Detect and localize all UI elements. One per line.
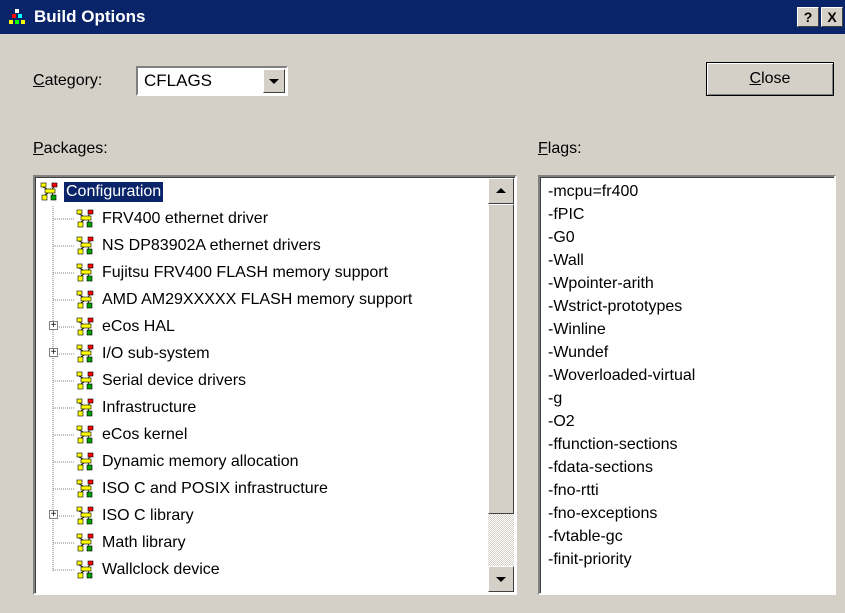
- packages-tree[interactable]: Configuration FRV400 ethernet driver NS DP…: [33, 175, 517, 595]
- packages-mnemonic: P: [33, 140, 44, 157]
- tree-item-label: ISO C library: [102, 507, 194, 524]
- package-icon: [75, 236, 97, 256]
- tree-item-label: Configuration: [62, 181, 165, 203]
- tree-item[interactable]: NS DP83902A ethernet drivers: [35, 233, 485, 260]
- tree-item[interactable]: Dynamic memory allocation: [35, 449, 485, 476]
- tree-item[interactable]: + I/O sub-system: [35, 341, 485, 368]
- tree-item[interactable]: FRV400 ethernet driver: [35, 206, 485, 233]
- chevron-down-icon: [269, 79, 279, 84]
- flag-item[interactable]: -fno-rtti: [548, 481, 599, 501]
- package-icon: [75, 479, 97, 499]
- package-icon: [39, 182, 61, 202]
- flags-list[interactable]: -mcpu=fr400 -fPIC -G0 -Wall -Wpointer-arith -…: [538, 175, 836, 595]
- tree-item[interactable]: + eCos HAL: [35, 314, 485, 341]
- tree-item-label: I/O sub-system: [102, 345, 210, 362]
- category-combo[interactable]: CFLAGS: [136, 66, 288, 96]
- tree-item[interactable]: Serial device drivers: [35, 368, 485, 395]
- close-button-label: lose: [761, 70, 791, 87]
- flag-item[interactable]: -finit-priority: [548, 550, 632, 570]
- tree-item-label: Dynamic memory allocation: [102, 453, 299, 470]
- tree-item-label: ISO C and POSIX infrastructure: [102, 480, 328, 497]
- tree-item-label: Wallclock device: [102, 561, 220, 578]
- package-icon: [75, 506, 97, 526]
- flag-item[interactable]: -Wpointer-arith: [548, 274, 654, 294]
- tree-item-label: eCos kernel: [102, 426, 188, 443]
- flag-item[interactable]: -fdata-sections: [548, 458, 653, 478]
- window-title: Build Options: [34, 7, 146, 26]
- scroll-thumb[interactable]: [488, 204, 514, 514]
- build-options-icon: [9, 9, 25, 24]
- flag-item[interactable]: -ffunction-sections: [548, 435, 678, 455]
- package-icon: [75, 209, 97, 229]
- flag-item[interactable]: -mcpu=fr400: [548, 182, 638, 202]
- flag-item[interactable]: -fno-exceptions: [548, 504, 657, 524]
- package-icon: [75, 533, 97, 553]
- package-icon: [75, 263, 97, 283]
- arrow-up-icon: [496, 188, 506, 193]
- package-icon: [75, 560, 97, 580]
- tree-item-label: Infrastructure: [102, 399, 197, 416]
- flag-item[interactable]: -Wundef: [548, 343, 608, 363]
- category-label: Category:: [33, 71, 102, 91]
- tree-item[interactable]: Fujitsu FRV400 FLASH memory support: [35, 260, 485, 287]
- scroll-down-button[interactable]: [488, 566, 514, 592]
- package-icon: [75, 317, 97, 337]
- help-button[interactable]: ?: [797, 7, 819, 27]
- category-label-text: ategory:: [44, 72, 103, 89]
- package-icon: [75, 344, 97, 364]
- packages-label-text: ackages:: [43, 140, 108, 157]
- packages-scrollbar[interactable]: [488, 178, 514, 592]
- expand-icon[interactable]: +: [49, 321, 58, 331]
- tree-item[interactable]: ISO C and POSIX infrastructure: [35, 476, 485, 503]
- category-value: CFLAGS: [144, 71, 213, 90]
- flag-item[interactable]: -fvtable-gc: [548, 527, 623, 547]
- flag-item[interactable]: -Wall: [548, 251, 584, 271]
- title-bar[interactable]: Build Options ? X: [0, 0, 845, 34]
- arrow-down-icon: [496, 577, 506, 582]
- flag-item[interactable]: -O2: [548, 412, 575, 432]
- close-window-button[interactable]: X: [821, 7, 843, 27]
- flag-item[interactable]: -Wstrict-prototypes: [548, 297, 682, 317]
- tree-item[interactable]: Infrastructure: [35, 395, 485, 422]
- tree-item-label: eCos HAL: [102, 318, 175, 335]
- expand-icon[interactable]: +: [49, 348, 58, 358]
- close-button[interactable]: Close: [706, 62, 834, 96]
- expand-icon[interactable]: +: [49, 510, 58, 520]
- package-icon: [75, 371, 97, 391]
- flag-item[interactable]: -fPIC: [548, 205, 584, 225]
- tree-item-label: Math library: [102, 534, 186, 551]
- package-icon: [75, 290, 97, 310]
- flags-label: Flags:: [538, 139, 582, 159]
- flag-item[interactable]: -G0: [548, 228, 575, 248]
- flag-item[interactable]: -g: [548, 389, 562, 409]
- close-mnemonic: C: [749, 70, 762, 87]
- packages-label: Packages:: [33, 139, 108, 159]
- tree-item-label: Fujitsu FRV400 FLASH memory support: [102, 264, 389, 281]
- category-dropdown-button[interactable]: [263, 69, 285, 93]
- flag-item[interactable]: -Woverloaded-virtual: [548, 366, 695, 386]
- package-icon: [75, 452, 97, 472]
- tree-item[interactable]: eCos kernel: [35, 422, 485, 449]
- category-mnemonic: C: [33, 72, 45, 89]
- flags-label-text: lags:: [547, 140, 582, 157]
- tree-item[interactable]: Configuration: [35, 179, 485, 206]
- tree-item[interactable]: AMD AM29XXXXX FLASH memory support: [35, 287, 485, 314]
- tree-item[interactable]: + ISO C library: [35, 503, 485, 530]
- tree-item-label: FRV400 ethernet driver: [102, 210, 269, 227]
- package-icon: [75, 398, 97, 418]
- tree-item[interactable]: Math library: [35, 530, 485, 557]
- scroll-up-button[interactable]: [488, 178, 514, 204]
- tree-item-label: AMD AM29XXXXX FLASH memory support: [102, 291, 413, 308]
- flag-item[interactable]: -Winline: [548, 320, 606, 340]
- tree-item-label: Serial device drivers: [102, 372, 247, 389]
- tree-item[interactable]: Wallclock device: [35, 557, 485, 584]
- flags-mnemonic: F: [538, 140, 548, 157]
- package-icon: [75, 425, 97, 445]
- tree-item-label: NS DP83902A ethernet drivers: [102, 237, 321, 254]
